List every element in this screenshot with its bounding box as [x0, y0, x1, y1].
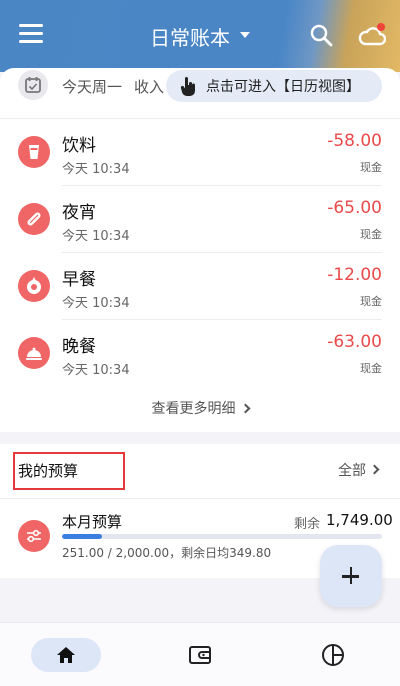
transaction-amount: -12.00 [327, 265, 382, 285]
transaction-row[interactable]: 饮料 今天 10:34 -58.00 现金 [0, 119, 400, 186]
app-header: 日常账本 [0, 0, 400, 72]
transaction-row[interactable]: 晚餐 今天 10:34 -63.00 现金 [0, 320, 400, 387]
transaction-amount: -65.00 [327, 198, 382, 218]
drink-icon [18, 136, 50, 168]
calendar-view-tooltip[interactable]: 点击可进入【日历视图】 [166, 70, 382, 102]
date-label: 今天周一 [62, 78, 123, 96]
transaction-time: 今天 10:34 [62, 296, 130, 311]
transaction-row[interactable]: 早餐 今天 10:34 -12.00 现金 [0, 253, 400, 320]
tooltip-text: 点击可进入【日历视图】 [206, 79, 360, 95]
transaction-name: 早餐 [62, 270, 96, 290]
transaction-amount: -63.00 [327, 332, 382, 352]
chevron-down-icon[interactable] [240, 32, 250, 38]
dinner-icon [18, 337, 50, 369]
nav-home-tab[interactable] [31, 638, 101, 672]
date-summary-row[interactable]: 今天周一 收入 点击可进入【日历视图】 [0, 68, 400, 118]
transaction-name: 饮料 [62, 136, 96, 156]
pie-chart-icon[interactable] [321, 643, 345, 667]
divider [0, 498, 400, 499]
menu-icon[interactable] [19, 24, 43, 46]
budget-progress-bar [62, 534, 382, 539]
budget-remaining-value: 1,749.00 [326, 511, 393, 529]
search-icon[interactable] [308, 22, 334, 48]
transaction-name: 晚餐 [62, 337, 96, 357]
transaction-time: 今天 10:34 [62, 162, 130, 177]
transaction-time: 今天 10:34 [62, 363, 130, 378]
view-more-label: 查看更多明细 [151, 401, 236, 417]
bottom-nav [0, 622, 400, 686]
transaction-account: 现金 [360, 161, 382, 174]
transaction-row[interactable]: 夜宵 今天 10:34 -65.00 现金 [0, 186, 400, 253]
budget-sliders-icon [18, 520, 50, 552]
notification-dot [377, 23, 385, 31]
budget-remaining-label: 剩余 [294, 517, 321, 532]
budget-item-name[interactable]: 本月预算 [62, 511, 122, 532]
add-record-button[interactable] [320, 545, 382, 607]
calendar-icon [25, 77, 41, 93]
transaction-account: 现金 [360, 362, 382, 375]
hand-pointer-icon [180, 76, 195, 96]
transactions-card: 今天周一 收入 点击可进入【日历视图】 饮料 今天 10:34 -58.00 现… [0, 68, 400, 432]
transaction-name: 夜宵 [62, 203, 96, 223]
snack-icon [18, 203, 50, 235]
breakfast-icon [18, 270, 50, 302]
transaction-time: 今天 10:34 [62, 229, 130, 244]
budget-title: 我的预算 [18, 462, 79, 480]
home-icon [57, 647, 75, 663]
transaction-account: 现金 [360, 295, 382, 308]
view-more-link[interactable]: 查看更多明细 [0, 398, 400, 418]
budget-detail: 251.00 / 2,000.00，剩余日均349.80 [62, 546, 272, 560]
book-title[interactable]: 日常账本 [150, 22, 230, 51]
chevron-right-icon[interactable] [369, 464, 380, 475]
plus-icon [349, 567, 352, 584]
wallet-icon[interactable] [188, 644, 212, 666]
budget-all-link[interactable]: 全部 [338, 460, 366, 480]
chevron-right-icon [240, 403, 250, 414]
budget-progress-fill [62, 534, 103, 539]
transaction-amount: -58.00 [327, 131, 382, 151]
income-label: 收入 [134, 78, 165, 96]
transaction-account: 现金 [360, 228, 382, 241]
